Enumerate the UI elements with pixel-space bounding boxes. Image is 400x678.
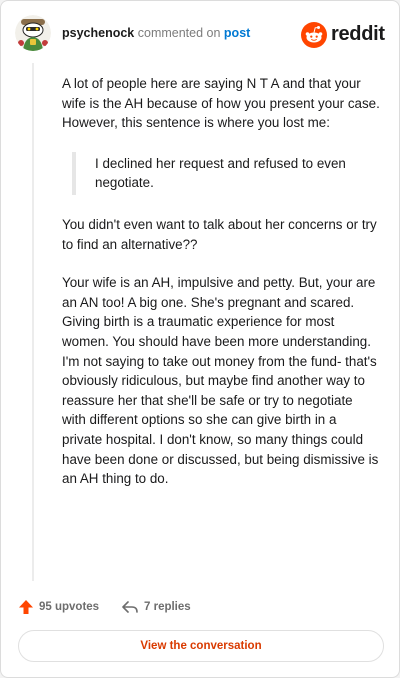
- comment-paragraph: You didn't even want to talk about her c…: [62, 216, 377, 252]
- blockquote: I declined her request and refused to ev…: [72, 151, 380, 195]
- comment-body: A lot of people here are saying N T A an…: [62, 74, 380, 508]
- upvote-count: 95 upvotes: [39, 601, 100, 613]
- comment-actions: 95 upvotes 7 replies: [18, 596, 378, 618]
- comment-paragraph: A lot of people here are saying N T A an…: [62, 76, 380, 131]
- post-link[interactable]: post: [224, 26, 250, 40]
- reply-count: 7 replies: [144, 601, 191, 613]
- upvote-arrow-icon: [19, 600, 33, 614]
- meta-verb: commented on: [137, 26, 221, 40]
- replies-button[interactable]: 7 replies: [121, 596, 191, 618]
- comment-header: psychenock commented on post reddit: [15, 15, 385, 55]
- user-avatar[interactable]: [15, 15, 51, 51]
- upvote-button[interactable]: 95 upvotes: [18, 596, 99, 618]
- view-conversation-button[interactable]: View the conversation: [18, 630, 384, 662]
- comment-paragraph: Your wife is an AH, impulsive and petty.…: [62, 275, 379, 487]
- reply-arrow-icon: [122, 601, 138, 613]
- quote-text: I declined her request and refused to ev…: [95, 155, 346, 191]
- comment-card: psychenock commented on post reddit A lo…: [0, 0, 400, 678]
- comment-meta: psychenock commented on post: [62, 26, 250, 40]
- reddit-brand[interactable]: reddit: [301, 22, 385, 48]
- reddit-wordmark: reddit: [331, 23, 385, 45]
- thread-line[interactable]: [32, 63, 34, 581]
- reddit-logo-icon: [301, 22, 327, 48]
- username-link[interactable]: psychenock: [62, 26, 134, 40]
- avatar-snoo-icon: [15, 15, 51, 51]
